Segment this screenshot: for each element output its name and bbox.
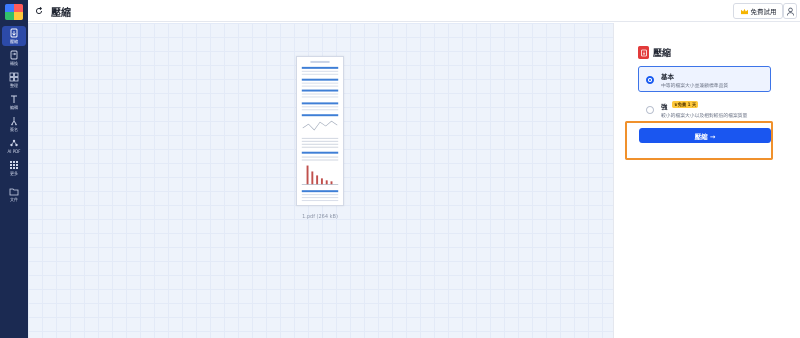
- free-trial-button[interactable]: 免費試用: [733, 3, 783, 19]
- panel-title: 壓縮: [653, 49, 672, 59]
- rail-item-label: 轉換: [10, 61, 18, 66]
- convert-icon: [10, 50, 18, 60]
- panel-header: 壓縮: [638, 46, 671, 59]
- document-canvas: 1.pdf (264 kB): [28, 23, 613, 338]
- compress-tool-icon: [638, 46, 649, 59]
- option-title: 強: [661, 103, 668, 111]
- rail-item-label: 更多: [10, 171, 18, 176]
- free-trial-badge: ♛免費 1 天: [672, 101, 699, 108]
- user-icon: [786, 7, 794, 16]
- rail-item-more[interactable]: 更多: [2, 158, 26, 178]
- rail-item-label: 編輯: [10, 105, 18, 110]
- rail-item-edit[interactable]: 編輯: [2, 92, 26, 112]
- edit-text-icon: [11, 95, 17, 103]
- rail-item-compress[interactable]: 壓縮: [2, 26, 26, 46]
- page-title: 壓縮: [51, 8, 71, 19]
- rail-item-label: 壓縮: [10, 39, 18, 44]
- compress-button[interactable]: 壓縮 →: [639, 128, 771, 143]
- compress-icon: [10, 28, 18, 38]
- option-description: 中等的檔案大小並兼顧標準品質: [661, 84, 729, 89]
- option-strong[interactable]: 強 ♛免費 1 天 較小的檔案大小以及相對較低的檔案質量: [638, 96, 771, 122]
- left-rail: 壓縮 轉換 整理 編輯 簽名 AI PDF 更多 文件: [0, 0, 28, 338]
- compress-options-panel: 壓縮 基本 中等的檔案大小並兼顧標準品質 強 ♛免費 1 天 較小的檔案大小以及…: [613, 23, 800, 338]
- crown-icon: [740, 8, 748, 14]
- app-logo-icon[interactable]: [5, 4, 23, 20]
- organize-icon: [9, 72, 19, 82]
- pdf-page-preview: [301, 60, 339, 202]
- more-grid-icon: [10, 161, 18, 169]
- rail-item-sign[interactable]: 簽名: [2, 114, 26, 134]
- option-description: 較小的檔案大小以及相對較低的檔案質量: [661, 114, 748, 119]
- user-account-button[interactable]: [783, 3, 797, 19]
- ai-icon: [10, 139, 18, 147]
- back-icon[interactable]: [34, 6, 44, 16]
- file-name-label: 1.pdf (264 kB): [302, 214, 338, 220]
- rail-item-convert[interactable]: 轉換: [2, 48, 26, 68]
- top-bar: 壓縮 免費試用: [28, 0, 800, 22]
- pdf-page-thumbnail[interactable]: [296, 56, 344, 206]
- rail-item-label: AI PDF: [7, 149, 21, 154]
- rail-item-label: 整理: [10, 83, 18, 88]
- rail-item-organize[interactable]: 整理: [2, 70, 26, 90]
- rail-item-ai-pdf[interactable]: AI PDF: [2, 136, 26, 156]
- free-trial-label: 免費試用: [750, 8, 777, 16]
- rail-item-files[interactable]: 文件: [2, 184, 26, 204]
- rail-item-label: 簽名: [10, 127, 18, 132]
- option-basic[interactable]: 基本 中等的檔案大小並兼顧標準品質: [638, 66, 771, 92]
- option-title: 基本: [661, 73, 674, 81]
- radio-basic[interactable]: [646, 76, 654, 84]
- rail-item-label: 文件: [10, 197, 18, 202]
- folder-icon: [9, 188, 19, 196]
- radio-strong[interactable]: [646, 106, 654, 114]
- sign-icon: [11, 117, 17, 126]
